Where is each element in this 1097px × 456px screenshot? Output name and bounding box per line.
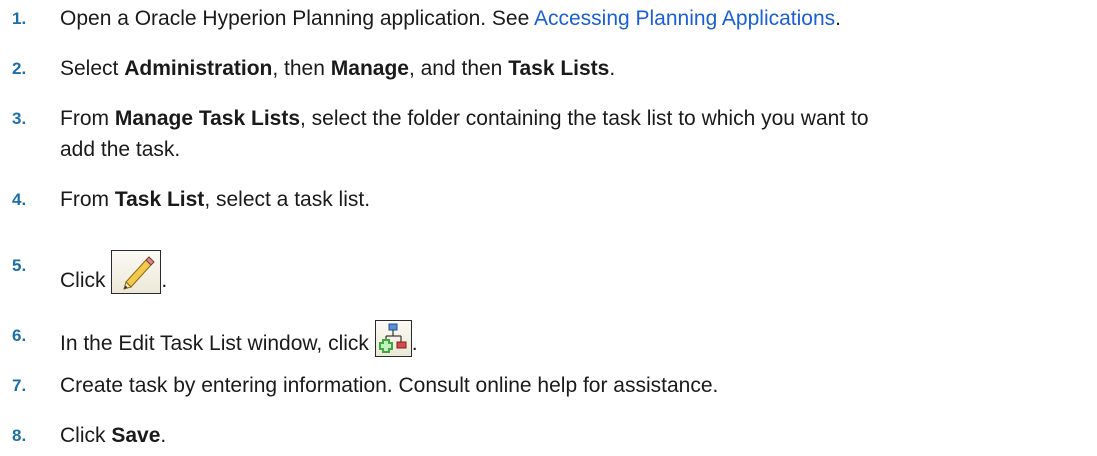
step-number: 7. [12,376,27,395]
step-number: 4. [12,190,27,209]
step-number: 8. [12,426,27,445]
manage-menu-label: Manage [330,57,409,80]
task-lists-menu-label: Task Lists [508,57,610,80]
task-list-label: Task List [114,188,205,211]
step-number: 6. [12,326,27,345]
step-text: Select Administration, then Manage, and … [60,57,616,80]
manage-task-lists-label: Manage Task Lists [114,107,301,130]
step-number: 1. [12,9,27,28]
save-button-label: Save [111,424,161,447]
pencil-icon [111,250,162,294]
step-text: Click . [60,250,1090,296]
step-number: 2. [12,59,27,78]
add-task-icon [374,320,412,357]
step-text: Create task by entering information. Con… [60,374,719,397]
administration-menu-label: Administration [124,57,273,80]
step-text: Open a Oracle Hyperion Planning applicat… [60,7,842,30]
step-text: From Task List, select a task list. [60,188,371,211]
step-number: 5. [12,256,27,275]
step-text: In the Edit Task List window, click . [60,320,1090,359]
step-text: Click Save. [60,424,167,447]
accessing-planning-applications-link[interactable]: Accessing Planning Applications [534,7,835,30]
step-text: From Manage Task Lists, select the folde… [60,107,869,161]
step-number: 3. [12,109,27,128]
